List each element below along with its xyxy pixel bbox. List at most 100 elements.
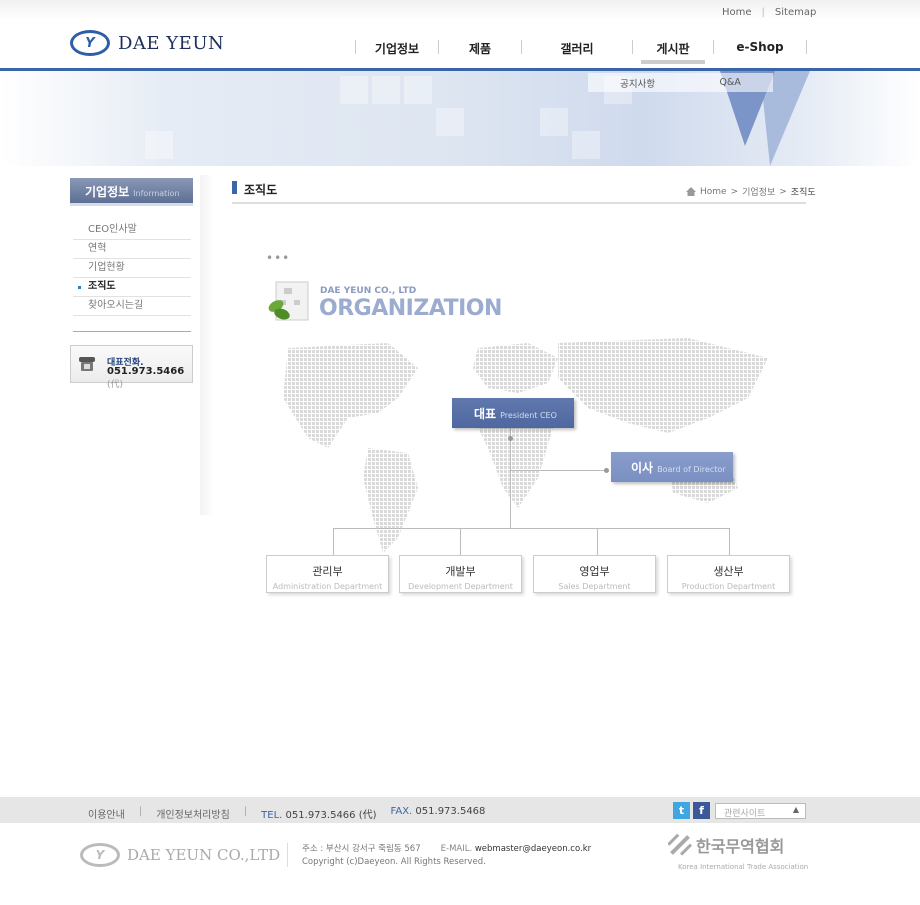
footer-logo: Y DAE YEUN CO.,LTD xyxy=(80,843,280,867)
footer-logo-mark-icon: Y xyxy=(80,843,120,867)
dept-label-en: Production Department xyxy=(681,582,776,591)
org-ceo-label: 대표 xyxy=(474,407,497,421)
sidebar-item-organization[interactable]: 조직도 xyxy=(73,278,191,297)
separator: | xyxy=(761,7,765,18)
email-label: E-MAIL. xyxy=(440,844,473,854)
connector-line xyxy=(510,428,511,528)
separator: | xyxy=(243,806,248,817)
top-links: Home | Sitemap xyxy=(722,7,816,18)
dept-label: 생산부 xyxy=(713,565,744,578)
kita-logo[interactable]: 한국무역협회 xyxy=(668,833,784,857)
org-heading: ORGANIZATION xyxy=(319,296,502,321)
dept-label: 영업부 xyxy=(579,565,610,578)
kita-mark-icon xyxy=(668,833,692,856)
chevron-right-icon: > xyxy=(779,186,787,197)
connector-line xyxy=(510,470,608,471)
connector-line xyxy=(597,528,598,555)
breadcrumb-section[interactable]: 기업정보 xyxy=(742,185,775,198)
sidebar-divider xyxy=(73,331,191,332)
page-title: 조직도 xyxy=(232,181,277,198)
sidebar-title-en: Information xyxy=(133,189,180,198)
org-director-en: Board of Director xyxy=(657,465,726,474)
sidebar-item-location[interactable]: 찾아오시는길 xyxy=(73,297,191,316)
footer-divider xyxy=(287,843,288,867)
dept-label-en: Sales Department xyxy=(558,582,631,591)
related-sites-select[interactable]: 관련사이트 ▲ xyxy=(715,803,806,819)
kita-name-en: Korea International Trade Association xyxy=(678,863,809,871)
sidebar-title: 기업정보 Information xyxy=(70,178,193,203)
header: Home | Sitemap Y DAE YEUN 기업정보 제품 갤러리 게시… xyxy=(0,0,920,68)
subnav-item-notice[interactable]: 공지사항 xyxy=(620,76,655,90)
connector-dot xyxy=(508,436,513,441)
org-director-label: 이사 xyxy=(631,461,654,475)
sidebar-item-status[interactable]: 기업현황 xyxy=(73,259,191,278)
connector-dot xyxy=(604,468,609,473)
title-divider xyxy=(232,202,806,204)
organization-icon xyxy=(268,281,309,321)
org-box-sales: 영업부 Sales Department xyxy=(533,555,656,593)
org-ceo-en: President CEO xyxy=(500,411,557,420)
nav-item-eshop[interactable]: e-Shop xyxy=(714,40,806,54)
org-box-director: 이사 Board of Director xyxy=(611,452,733,482)
chevron-up-icon: ▲ xyxy=(792,805,799,814)
sidebar-title-underline xyxy=(70,203,193,206)
logo-text: DAE YEUN xyxy=(118,32,225,54)
breadcrumb-home[interactable]: Home xyxy=(700,187,727,197)
org-company-name: DAE YEUN CO., LTD xyxy=(320,286,417,296)
sidebar-item-ceo[interactable]: CEO인사말 xyxy=(73,221,191,240)
org-box-development: 개발부 Development Department xyxy=(399,555,522,593)
footer-links: 이용안내 | 개인정보처리방침 | TEL. 051.973.5466 (代) … xyxy=(88,806,485,821)
footer-fax: FAX. 051.973.5468 xyxy=(390,806,486,817)
twitter-icon[interactable]: t xyxy=(673,802,690,819)
address-text: 주소 : 부산시 강서구 죽림동 567 xyxy=(302,844,421,854)
chevron-right-icon: > xyxy=(730,186,739,197)
telephone-icon xyxy=(79,357,95,371)
social-links: t f xyxy=(673,802,710,819)
related-sites-label: 관련사이트 xyxy=(724,809,766,819)
footer-link-privacy[interactable]: 개인정보처리방침 xyxy=(156,806,230,821)
sidebar-title-text: 기업정보 xyxy=(85,185,130,199)
facebook-icon[interactable]: f xyxy=(693,802,710,819)
org-box-ceo: 대표 President CEO xyxy=(452,398,574,428)
subnav-item-qna[interactable]: Q&A xyxy=(719,77,740,88)
email-link[interactable]: webmaster@daeyeon.co.kr xyxy=(475,844,591,854)
logo[interactable]: Y DAE YEUN xyxy=(70,30,224,56)
nav-item-board[interactable]: 게시판 xyxy=(633,40,713,64)
copyright: Copyright (c)Daeyeon. All Rights Reserve… xyxy=(302,857,486,867)
sidebar-item-history[interactable]: 연혁 xyxy=(73,240,191,259)
footer-company-name: DAE YEUN CO.,LTD xyxy=(127,846,281,864)
sidebar-shadow xyxy=(200,175,214,515)
home-link[interactable]: Home xyxy=(722,7,752,18)
footer-link-terms[interactable]: 이용안내 xyxy=(88,806,125,821)
visual-banner xyxy=(0,68,920,166)
separator: | xyxy=(138,806,143,817)
footer-address: 주소 : 부산시 강서구 죽림동 567 E-MAIL. webmaster@da… xyxy=(302,843,591,869)
phone-number: 051.973.5466 (代) xyxy=(107,366,185,390)
breadcrumb-current: 조직도 xyxy=(790,188,816,198)
footer-tel: TEL. 051.973.5466 (代) xyxy=(261,810,377,821)
sidebar-menu: CEO인사말 연혁 기업현황 조직도 찾아오시는길 xyxy=(73,221,191,316)
sub-nav: 공지사항 Q&A xyxy=(588,73,773,92)
phone-box: 대표전화. 051.973.5466 (代) xyxy=(70,345,193,390)
connector-line xyxy=(333,528,730,529)
org-box-production: 생산부 Production Department xyxy=(667,555,790,593)
connector-line xyxy=(333,528,334,555)
home-icon xyxy=(686,187,696,196)
global-nav: 기업정보 제품 갤러리 게시판 e-Shop xyxy=(355,40,807,64)
breadcrumb: Home > 기업정보 > 조직도 xyxy=(686,185,816,198)
nav-item-products[interactable]: 제품 xyxy=(439,40,521,56)
dept-label-en: Administration Department xyxy=(272,582,383,591)
dept-label-en: Development Department xyxy=(408,582,513,591)
org-box-administration: 관리부 Administration Department xyxy=(266,555,389,593)
sitemap-link[interactable]: Sitemap xyxy=(775,7,816,18)
nav-item-gallery[interactable]: 갤러리 xyxy=(522,40,632,56)
dept-label: 개발부 xyxy=(445,565,476,578)
nav-item-company[interactable]: 기업정보 xyxy=(356,40,438,56)
connector-line xyxy=(460,528,461,555)
nav-separator xyxy=(806,40,807,54)
phone-suffix: (代) xyxy=(107,380,124,390)
ellipsis-dots: ••• xyxy=(266,251,291,265)
connector-line xyxy=(729,528,730,555)
world-map xyxy=(283,338,768,553)
dept-label: 관리부 xyxy=(312,565,343,578)
